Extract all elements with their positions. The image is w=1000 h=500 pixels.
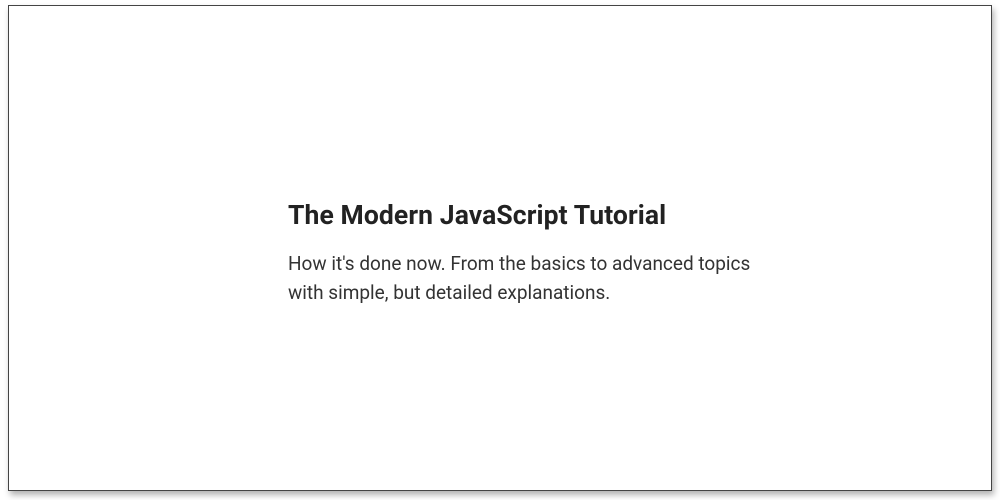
page-title: The Modern JavaScript Tutorial <box>288 200 768 231</box>
content-card: The Modern JavaScript Tutorial How it's … <box>8 5 992 491</box>
page-subtitle: How it's done now. From the basics to ad… <box>288 249 768 308</box>
hero-content: The Modern JavaScript Tutorial How it's … <box>288 200 768 308</box>
